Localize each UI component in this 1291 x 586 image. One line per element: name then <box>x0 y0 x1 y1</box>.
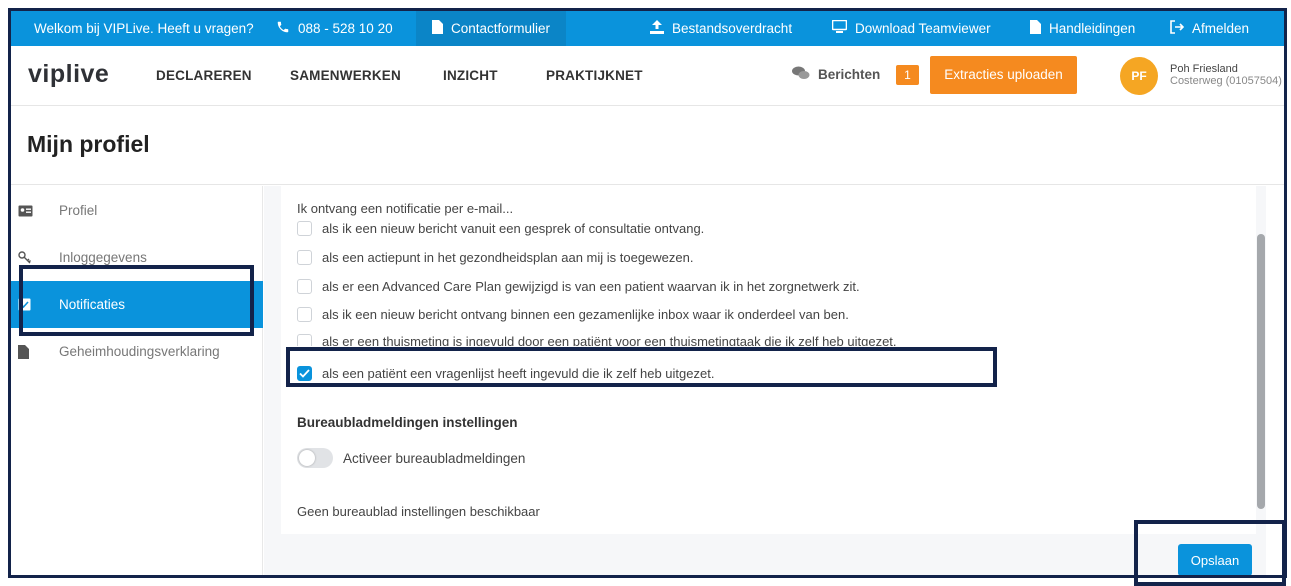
notification-option[interactable]: als er een thuismeting is ingevuld door … <box>297 334 897 346</box>
notification-checkbox[interactable] <box>297 221 312 236</box>
logout-link[interactable]: Afmelden <box>1170 10 1249 46</box>
nav-declareren[interactable]: DECLAREREN <box>156 68 252 83</box>
user-info[interactable]: Poh Friesland Costerweg (01057504) <box>1170 63 1282 87</box>
notification-option-label: als een patiënt een vragenlijst heeft in… <box>322 366 715 381</box>
save-button[interactable]: Opslaan <box>1178 544 1252 576</box>
sidebar-item-geheimhoudingsverklaring[interactable]: Geheimhoudingsverklaring <box>10 328 263 375</box>
logout-icon <box>1170 19 1192 37</box>
notification-option-label: als een actiepunt in het gezondheidsplan… <box>322 250 694 265</box>
notification-checkbox[interactable] <box>297 279 312 294</box>
notification-checkbox[interactable] <box>297 334 312 346</box>
sidebar-item-label: Inloggegevens <box>59 250 147 265</box>
desktop-notifications-toggle-row[interactable]: Activeer bureaubladmeldingen <box>297 448 525 468</box>
nav-praktijknet[interactable]: PRAKTIJKNET <box>546 68 643 83</box>
contact-form-link[interactable]: Contactformulier <box>416 10 567 46</box>
checkmark-icon <box>299 369 310 378</box>
document-icon <box>1030 19 1049 37</box>
phone-icon <box>276 20 298 37</box>
upload-icon <box>650 19 672 37</box>
extracties-upload-button[interactable]: Extracties uploaden <box>930 56 1077 94</box>
scrollbar-thumb[interactable] <box>1257 234 1265 509</box>
manuals-label: Handleidingen <box>1049 20 1136 36</box>
avatar[interactable]: PF <box>1120 57 1158 95</box>
notification-option[interactable]: als er een Advanced Care Plan gewijzigd … <box>297 279 860 294</box>
notification-option-label: als er een Advanced Care Plan gewijzigd … <box>322 279 860 294</box>
notification-checkbox[interactable] <box>297 250 312 265</box>
main-navigation: viplive DECLAREREN SAMENWERKEN INZICHT P… <box>10 46 1284 106</box>
viplive-logo[interactable]: viplive <box>28 60 109 89</box>
notification-option[interactable]: als ik een nieuw bericht ontvang binnen … <box>297 307 849 322</box>
notification-option[interactable]: als een patiënt een vragenlijst heeft in… <box>297 366 714 381</box>
notifications-content: Ik ontvang een notificatie per e-mail...… <box>264 186 1266 576</box>
notification-option-label: als ik een nieuw bericht ontvang binnen … <box>322 307 849 322</box>
sidebar-item-label: Notificaties <box>59 297 126 312</box>
check-square-icon <box>10 298 59 311</box>
email-notifications-intro: Ik ontvang een notificatie per e-mail... <box>297 201 514 216</box>
key-icon <box>10 250 59 265</box>
welcome-text: Welkom bij VIPLive. Heeft u vragen? <box>34 20 254 36</box>
manuals-link[interactable]: Handleidingen <box>1030 10 1135 46</box>
notification-option-label: als ik een nieuw bericht vanuit een gesp… <box>322 221 705 236</box>
id-card-icon <box>10 205 59 217</box>
notification-option-label: als er een thuismeting is ingevuld door … <box>322 334 897 346</box>
messages-count-badge: 1 <box>896 65 919 85</box>
desktop-notifications-title: Bureaubladmeldingen instellingen <box>297 415 518 430</box>
top-info-bar: Welkom bij VIPLive. Heeft u vragen? 088 … <box>10 10 1284 46</box>
sidebar-item-label: Profiel <box>59 203 98 218</box>
notification-checkbox[interactable] <box>297 307 312 322</box>
profile-sidebar: Profiel Inloggegevens Notificaties Gehei… <box>10 186 263 576</box>
page-header: Mijn profiel <box>10 107 1284 185</box>
monitor-icon <box>831 19 855 37</box>
logout-label: Afmelden <box>1192 20 1250 36</box>
desktop-notifications-toggle-label: Activeer bureaubladmeldingen <box>343 450 526 466</box>
user-location: Costerweg (01057504) <box>1170 75 1282 87</box>
notifications-panel: Ik ontvang een notificatie per e-mail...… <box>281 186 1256 534</box>
page-title: Mijn profiel <box>27 131 150 157</box>
phone-link[interactable]: 088 - 528 10 20 <box>276 10 393 46</box>
notification-option[interactable]: als ik een nieuw bericht vanuit een gesp… <box>297 221 704 236</box>
toggle-knob <box>299 450 315 466</box>
file-transfer-label: Bestandsoverdracht <box>672 20 793 36</box>
no-desktop-settings-text: Geen bureaublad instellingen beschikbaar <box>297 504 540 519</box>
document-icon <box>432 19 451 37</box>
nav-inzicht[interactable]: INZICHT <box>443 68 498 83</box>
sidebar-item-notificaties[interactable]: Notificaties <box>10 281 263 328</box>
messages-link[interactable]: Berichten <box>792 66 880 83</box>
notification-option[interactable]: als een actiepunt in het gezondheidsplan… <box>297 250 693 265</box>
messages-label: Berichten <box>818 67 881 82</box>
teamviewer-link[interactable]: Download Teamviewer <box>831 10 991 46</box>
contact-form-label: Contactformulier <box>451 20 551 36</box>
sidebar-item-profiel[interactable]: Profiel <box>10 187 263 234</box>
phone-number: 088 - 528 10 20 <box>298 20 393 36</box>
teamviewer-label: Download Teamviewer <box>855 20 991 36</box>
desktop-notifications-toggle[interactable] <box>297 448 333 468</box>
sidebar-item-label: Geheimhoudingsverklaring <box>59 344 220 359</box>
user-name: Poh Friesland <box>1170 63 1238 75</box>
file-transfer-link[interactable]: Bestandsoverdracht <box>650 10 792 46</box>
notification-checkbox-checked[interactable] <box>297 366 312 381</box>
file-icon <box>10 344 59 359</box>
chat-bubbles-icon <box>792 66 818 83</box>
sidebar-item-inloggegevens[interactable]: Inloggegevens <box>10 234 263 281</box>
nav-samenwerken[interactable]: SAMENWERKEN <box>290 68 401 83</box>
content-scrollbar[interactable] <box>1256 186 1266 536</box>
